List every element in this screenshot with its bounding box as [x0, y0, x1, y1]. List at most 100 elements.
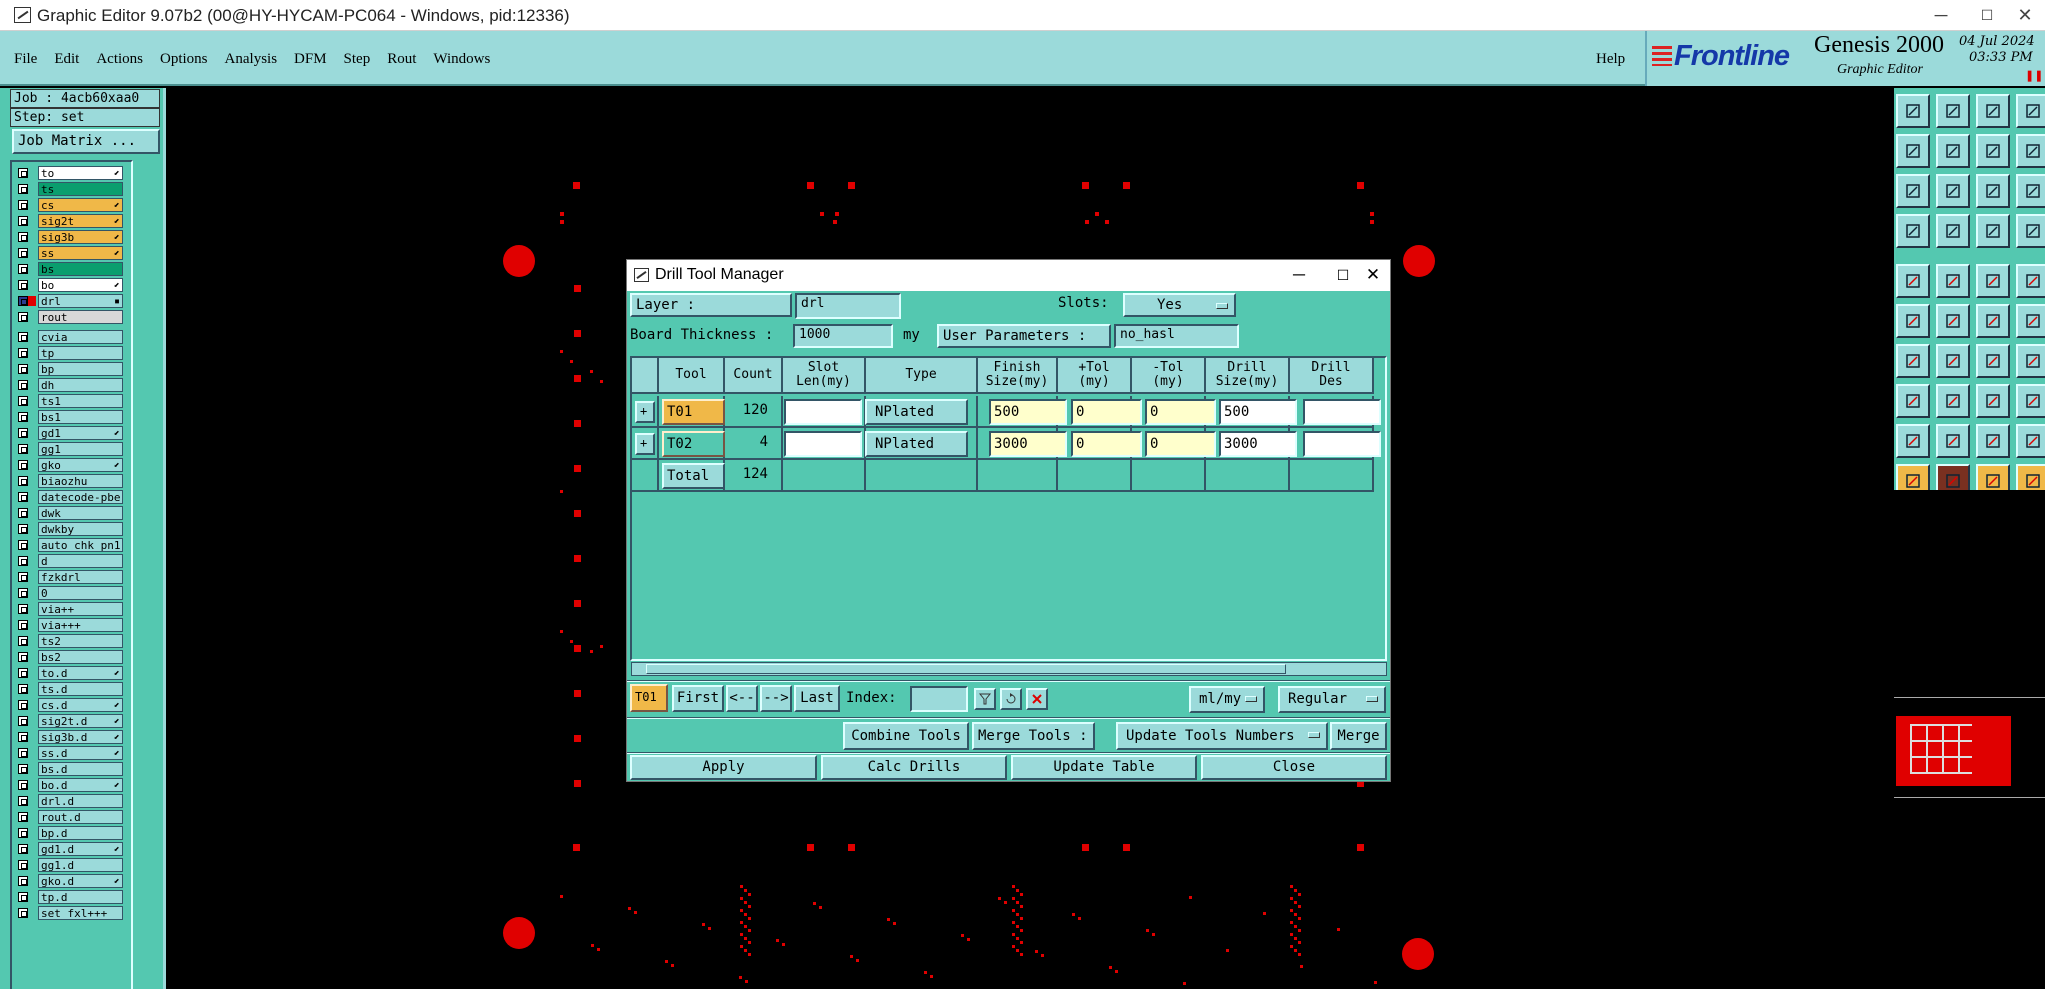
- expand-row-icon[interactable]: +: [635, 433, 655, 455]
- minimize-button[interactable]: ─: [1918, 3, 1964, 27]
- zoom-in-icon[interactable]: [1896, 134, 1930, 168]
- frame-icon[interactable]: [1976, 384, 2010, 418]
- layer-name[interactable]: auto_chk_pn1: [38, 538, 123, 552]
- layer-label[interactable]: Layer :: [630, 293, 792, 317]
- layer-name[interactable]: datecode-pbe: [38, 490, 123, 504]
- cross-icon[interactable]: [1936, 304, 1970, 338]
- add-pad-icon[interactable]: [1896, 264, 1930, 298]
- layer-row[interactable]: fzkdrl: [14, 570, 129, 584]
- layer-name[interactable]: dwkby: [38, 522, 123, 536]
- rotate-icon[interactable]: [1936, 264, 1970, 298]
- layer-row[interactable]: bs.d: [14, 762, 129, 776]
- transform-2-icon[interactable]: [2016, 304, 2045, 338]
- hline-icon[interactable]: [1936, 384, 1970, 418]
- layer-name[interactable]: biaozhu: [38, 474, 123, 488]
- layer-name[interactable]: dwk: [38, 506, 123, 520]
- layer-row[interactable]: gg1: [14, 442, 129, 456]
- layer-name[interactable]: bs2: [38, 650, 123, 664]
- plus-tol-input[interactable]: 0: [1071, 431, 1142, 457]
- grid-icon[interactable]: [1936, 214, 1970, 248]
- layer-checkbox[interactable]: [18, 556, 28, 566]
- help-icon[interactable]: [2016, 174, 2045, 208]
- drill-des-input[interactable]: [1303, 399, 1381, 425]
- scrollbar-thumb[interactable]: [646, 664, 1286, 674]
- first-button[interactable]: First: [672, 685, 724, 712]
- layer-checkbox[interactable]: [18, 604, 28, 614]
- type-option[interactable]: NPlated: [865, 399, 968, 425]
- layer-row[interactable]: bs1: [14, 410, 129, 424]
- group-icon[interactable]: [2016, 384, 2045, 418]
- layer-checkbox[interactable]: [18, 312, 28, 322]
- layer-row[interactable]: dwk: [14, 506, 129, 520]
- layer-field[interactable]: drl: [795, 293, 901, 319]
- layer-name[interactable]: to ⬋: [38, 166, 123, 180]
- layer-checkbox[interactable]: [18, 216, 28, 226]
- layer-name[interactable]: gg1: [38, 442, 123, 456]
- layer-row[interactable]: bp.d: [14, 826, 129, 840]
- layer-row[interactable]: ts: [14, 182, 129, 196]
- menu-file[interactable]: File: [14, 51, 37, 67]
- layer-checkbox[interactable]: [18, 184, 28, 194]
- layer-row[interactable]: drl.d: [14, 794, 129, 808]
- snap-icon[interactable]: [1976, 214, 2010, 248]
- drill-des-input[interactable]: [1303, 431, 1381, 457]
- window-icon[interactable]: [1936, 174, 1970, 208]
- menu-analysis[interactable]: Analysis: [225, 51, 278, 67]
- layer-name[interactable]: cvia: [38, 330, 123, 344]
- layer-checkbox[interactable]: [18, 732, 28, 742]
- layer-row[interactable]: to ⬋: [14, 166, 129, 180]
- layer-row[interactable]: drl ▪: [14, 294, 129, 308]
- one-to-one-icon[interactable]: [1976, 174, 2010, 208]
- layer-name[interactable]: gd1 ⬋: [38, 426, 123, 440]
- layer-row[interactable]: cvia: [14, 330, 129, 344]
- slash-icon[interactable]: [1936, 344, 1970, 378]
- layer-name[interactable]: fzkdrl: [38, 570, 123, 584]
- close-button[interactable]: Close: [1201, 755, 1387, 780]
- split-icon[interactable]: [2016, 94, 2045, 128]
- layer-row[interactable]: ts1: [14, 394, 129, 408]
- mode-option[interactable]: Regular: [1278, 686, 1386, 713]
- layer-checkbox[interactable]: [18, 348, 28, 358]
- layer-checkbox[interactable]: [18, 264, 28, 274]
- minus-tol-input[interactable]: 0: [1145, 431, 1216, 457]
- merge-button[interactable]: Merge: [1330, 722, 1387, 750]
- layer-row[interactable]: sig2t ⬋: [14, 214, 129, 228]
- layer-checkbox[interactable]: [18, 796, 28, 806]
- slot-len-input[interactable]: [784, 399, 862, 425]
- layer-checkbox[interactable]: [18, 652, 28, 662]
- drill-size-input[interactable]: 3000: [1219, 431, 1297, 457]
- layer-name[interactable]: drl ▪: [38, 294, 123, 308]
- layer-row[interactable]: biaozhu: [14, 474, 129, 488]
- dialog-close-x-button[interactable]: ✕: [1351, 262, 1395, 288]
- layer-name[interactable]: bp.d: [38, 826, 123, 840]
- layer-name[interactable]: gko.d ⬋: [38, 874, 123, 888]
- layer-row[interactable]: ss.d ⬋: [14, 746, 129, 760]
- layer-row[interactable]: sig3b ⬋: [14, 230, 129, 244]
- layer-row[interactable]: via+++: [14, 618, 129, 632]
- home-icon[interactable]: [1896, 94, 1930, 128]
- layer-checkbox[interactable]: [18, 828, 28, 838]
- layer-checkbox[interactable]: [18, 668, 28, 678]
- job-matrix-button[interactable]: Job Matrix ...: [12, 129, 160, 154]
- layer-row[interactable]: ts2: [14, 634, 129, 648]
- layer-checkbox[interactable]: [18, 476, 28, 486]
- layer-name[interactable]: cs ⬋: [38, 198, 123, 212]
- menu-windows[interactable]: Windows: [433, 51, 490, 67]
- layer-row[interactable]: tp.d: [14, 890, 129, 904]
- layer-checkbox[interactable]: [18, 460, 28, 470]
- layer-name[interactable]: 0: [38, 586, 123, 600]
- layer-checkbox[interactable]: [18, 908, 28, 918]
- select-tool-icon[interactable]: [2016, 134, 2045, 168]
- layer-checkbox[interactable]: [18, 248, 28, 258]
- menu-dfm[interactable]: DFM: [294, 51, 327, 67]
- layer-row[interactable]: tp: [14, 346, 129, 360]
- layer-checkbox[interactable]: [18, 428, 28, 438]
- menu-actions[interactable]: Actions: [96, 51, 143, 67]
- snap-2-icon[interactable]: [2016, 214, 2045, 248]
- layer-checkbox[interactable]: [18, 572, 28, 582]
- layer-row[interactable]: ss ⬋: [14, 246, 129, 260]
- layer-name[interactable]: ts: [38, 182, 123, 196]
- layer-name[interactable]: bs: [38, 262, 123, 276]
- layer-checkbox[interactable]: [18, 812, 28, 822]
- refresh-icon[interactable]: [1000, 688, 1022, 710]
